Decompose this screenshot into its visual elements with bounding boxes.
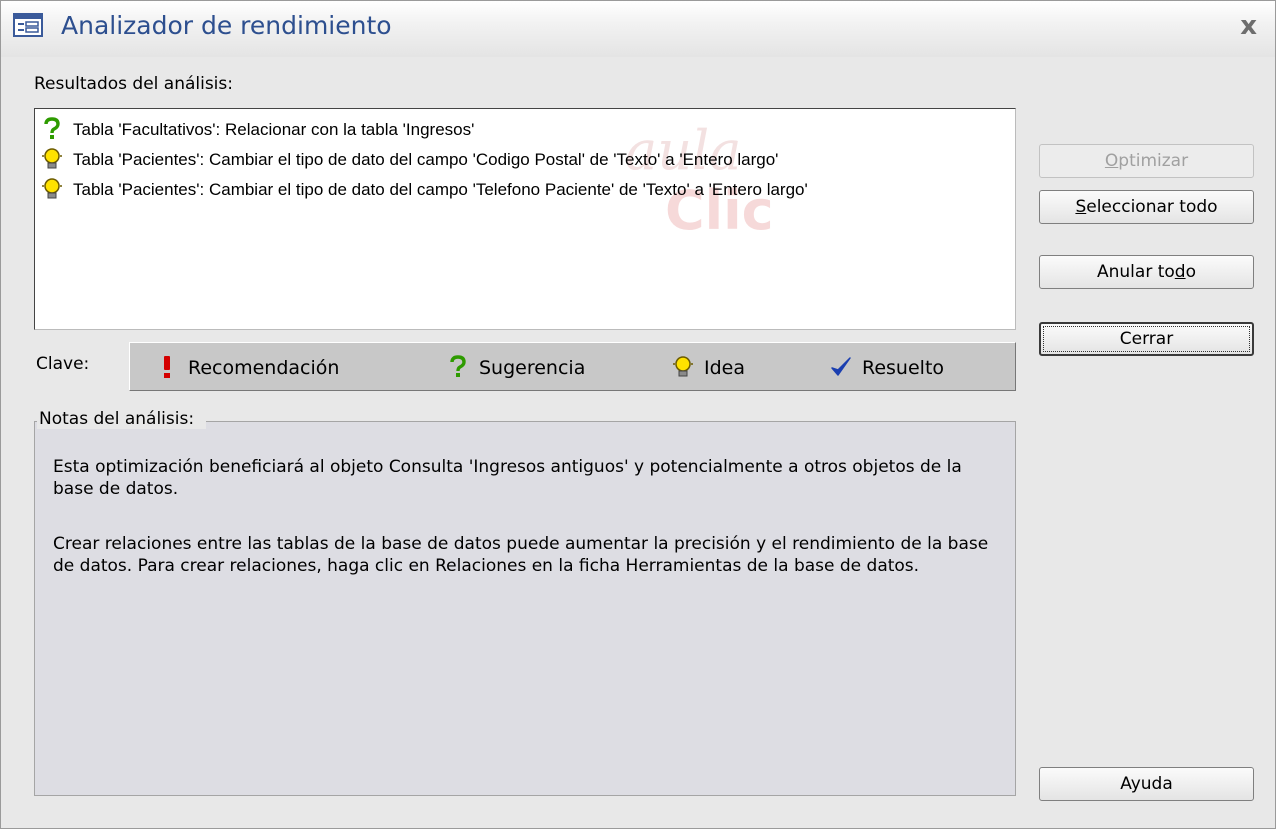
- performance-analyzer-dialog: Analizador de rendimiento x Resultados d…: [0, 0, 1276, 829]
- lightbulb-icon: [42, 148, 62, 169]
- checkmark-icon: [831, 357, 851, 376]
- legend-item-label: Recomendación: [188, 357, 340, 379]
- select-all-button-label: Seleccionar todo: [1075, 197, 1218, 217]
- deselect-all-button-label: Anular todo: [1097, 262, 1196, 282]
- title-bar[interactable]: Analizador de rendimiento x: [1, 1, 1275, 57]
- question-icon: [44, 117, 60, 139]
- lightbulb-icon: [673, 356, 693, 377]
- results-item-text: Tabla 'Pacientes': Cambiar el tipo de da…: [73, 180, 808, 199]
- legend-item-label: Resuelto: [862, 357, 945, 379]
- close-icon[interactable]: x: [1240, 11, 1257, 41]
- optimize-button-label: Optimizar: [1104, 151, 1189, 171]
- notes-paragraph: Crear relaciones entre las tablas de la …: [53, 534, 989, 576]
- select-all-button[interactable]: Seleccionar todo: [1039, 190, 1254, 224]
- close-button-label: Cerrar: [1119, 329, 1174, 349]
- optimize-button[interactable]: Optimizar: [1039, 144, 1254, 178]
- lightbulb-icon: [42, 178, 62, 199]
- help-button-label: Ayuda: [1120, 774, 1173, 794]
- legend-label: Clave:: [36, 354, 90, 374]
- legend-item-label: Sugerencia: [479, 357, 586, 379]
- help-button[interactable]: Ayuda: [1039, 767, 1254, 801]
- question-icon: [450, 355, 466, 377]
- window-title: Analizador de rendimiento: [61, 11, 392, 40]
- results-item-text: Tabla 'Pacientes': Cambiar el tipo de da…: [73, 150, 779, 169]
- deselect-all-button[interactable]: Anular todo: [1039, 255, 1254, 289]
- notes-paragraph: Esta optimización beneficiará al objeto …: [53, 457, 962, 499]
- results-label: Resultados del análisis:: [34, 74, 233, 94]
- exclamation-icon: [164, 356, 170, 378]
- results-item-text: Tabla 'Facultativos': Relacionar con la …: [73, 120, 475, 139]
- legend-item-label: Idea: [704, 357, 745, 379]
- legend-panel: Recomendación Sugerencia Idea Resuelto: [129, 342, 1016, 391]
- notes-label: Notas del análisis:: [37, 409, 207, 429]
- form-window-icon: [13, 13, 43, 37]
- results-listbox[interactable]: aula Clic Tabla 'Facultativos': Relacion…: [34, 108, 1016, 330]
- close-button[interactable]: Cerrar: [1039, 322, 1254, 356]
